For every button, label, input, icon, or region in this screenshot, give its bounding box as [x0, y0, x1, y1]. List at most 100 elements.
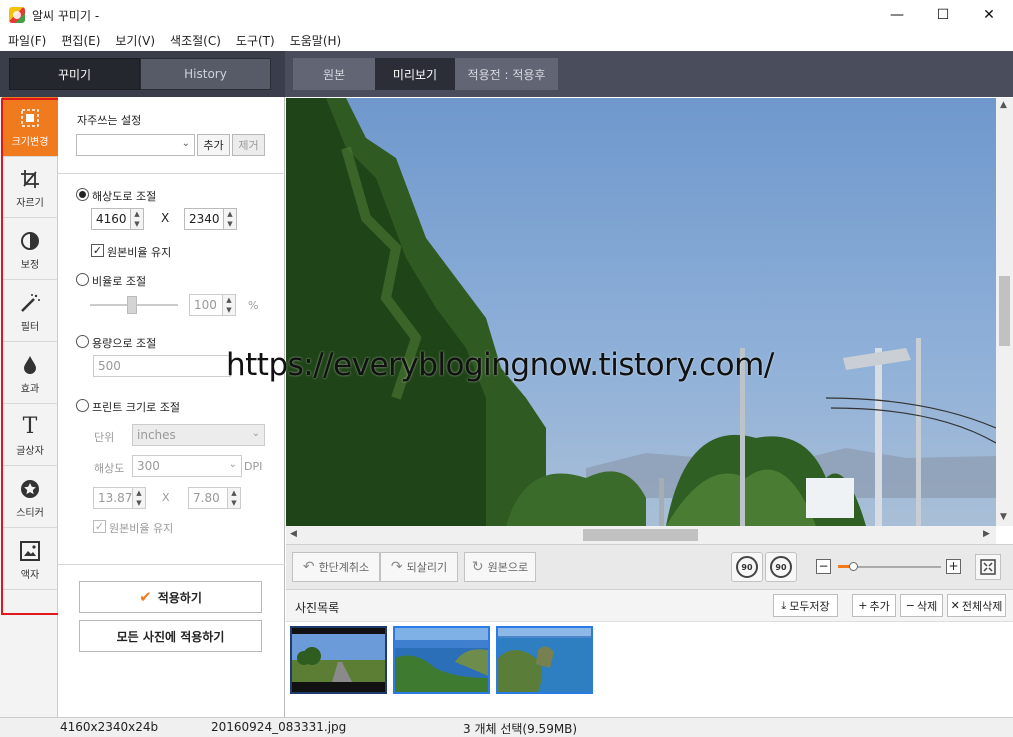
- sticker-icon: [20, 477, 40, 501]
- plus-icon: +: [858, 599, 868, 612]
- scroll-left-icon[interactable]: ◀: [290, 529, 297, 539]
- add-favorite-button[interactable]: 추가: [197, 134, 230, 156]
- tool-sticker[interactable]: 스티커: [2, 468, 58, 528]
- tab-history[interactable]: History: [140, 58, 271, 90]
- horizontal-scrollbar[interactable]: ◀ ▶: [286, 526, 996, 544]
- apply-all-button[interactable]: 모든 사진에 적용하기: [79, 620, 262, 652]
- download-icon: ⤓: [781, 598, 787, 612]
- tool-adjust[interactable]: 보정: [2, 220, 58, 280]
- ratio-slider-handle[interactable]: [127, 296, 137, 314]
- redo-button[interactable]: ↷ 되살리기: [380, 552, 458, 582]
- menu-view[interactable]: 보기(V): [107, 32, 162, 49]
- zoom-in-button[interactable]: +: [946, 559, 961, 574]
- print-keep-ratio-label: 원본비율 유지: [109, 522, 174, 535]
- print-height-input[interactable]: 7.80: [188, 487, 228, 509]
- chevron-down-icon: ⌄: [181, 138, 190, 149]
- height-input[interactable]: 2340: [184, 208, 224, 230]
- save-all-button[interactable]: ⤓ 모두저장: [773, 594, 838, 617]
- zoom-out-button[interactable]: −: [816, 559, 831, 574]
- photo-thumbnail[interactable]: [290, 626, 387, 694]
- print-keep-ratio-checkbox[interactable]: ✓: [93, 520, 106, 533]
- photo-thumbnail[interactable]: [496, 626, 593, 694]
- fit-screen-button[interactable]: [975, 554, 1001, 580]
- rotate-left-button[interactable]: 90: [731, 552, 763, 582]
- ratio-label: 비율로 조절: [92, 275, 147, 288]
- menu-tools[interactable]: 도구(T): [228, 32, 282, 49]
- tool-crop[interactable]: 자르기: [2, 158, 58, 218]
- adjust-icon: [20, 229, 40, 253]
- tool-filter[interactable]: 필터: [2, 282, 58, 342]
- checkmark-icon: ✔: [139, 588, 152, 606]
- redo-arrow-icon: ↷: [390, 559, 403, 575]
- tab-original[interactable]: 원본: [293, 58, 375, 90]
- tool-frame[interactable]: 액자: [2, 530, 58, 590]
- tool-text[interactable]: T 글상자: [2, 406, 58, 466]
- delete-all-button[interactable]: ✕ 전체삭제: [947, 594, 1006, 617]
- scroll-thumb[interactable]: [999, 276, 1010, 346]
- radio-filesize[interactable]: [76, 335, 89, 348]
- tool-label: 액자: [20, 569, 40, 581]
- menu-help[interactable]: 도움말(H): [282, 32, 349, 49]
- vertical-scrollbar[interactable]: ▲ ▼: [996, 98, 1013, 526]
- width-input[interactable]: 4160: [91, 208, 131, 230]
- photo-list-title: 사진목록: [295, 601, 340, 615]
- unit-select[interactable]: inches ⌄: [132, 424, 265, 446]
- dpi-label: 해상도: [94, 462, 125, 475]
- scroll-thumb[interactable]: [583, 529, 698, 541]
- width-stepper[interactable]: ▲ ▼: [130, 208, 144, 230]
- apply-button[interactable]: ✔ 적용하기: [79, 581, 262, 613]
- minimize-button[interactable]: —: [874, 0, 920, 30]
- menu-color[interactable]: 색조절(C): [162, 32, 228, 49]
- radio-resolution[interactable]: [76, 188, 89, 201]
- remove-favorite-button[interactable]: 제거: [232, 134, 265, 156]
- photo-thumbnail[interactable]: [393, 626, 490, 694]
- menu-edit[interactable]: 편집(E): [53, 32, 107, 49]
- drop-icon: [21, 353, 39, 377]
- status-bar: 4160x2340x24b 20160924_083331.jpg 3 개체 선…: [0, 717, 1013, 737]
- close-button[interactable]: ✕: [966, 0, 1012, 30]
- zoom-slider-track[interactable]: [838, 562, 941, 571]
- print-width-input[interactable]: 13.87: [93, 487, 133, 509]
- landscape-photo: [286, 98, 996, 526]
- scroll-right-icon[interactable]: ▶: [983, 529, 990, 539]
- scroll-down-icon[interactable]: ▼: [1000, 512, 1007, 522]
- add-photo-button[interactable]: + 추가: [852, 594, 896, 617]
- preview-image[interactable]: [286, 98, 996, 526]
- height-stepper[interactable]: ▲ ▼: [223, 208, 237, 230]
- by-x-label: X: [161, 211, 170, 225]
- resolution-label: 해상도로 조절: [92, 190, 157, 203]
- window-title: 알씨 꾸미기 -: [32, 8, 100, 23]
- tool-label: 자르기: [16, 197, 44, 209]
- filesize-label: 용량으로 조절: [92, 337, 157, 350]
- ratio-input[interactable]: 100: [189, 294, 223, 316]
- menu-file[interactable]: 파일(F): [0, 32, 53, 49]
- radio-ratio[interactable]: [76, 273, 89, 286]
- tool-label: 스티커: [16, 507, 44, 519]
- rotate-right-button[interactable]: 90: [765, 552, 797, 582]
- maximize-button[interactable]: ☐: [920, 0, 966, 30]
- radio-print[interactable]: [76, 399, 89, 412]
- thumbnail-image: [498, 628, 591, 692]
- dpi-select[interactable]: 300 ⌄: [132, 455, 242, 477]
- ratio-unit: %: [248, 299, 259, 312]
- tab-decorate[interactable]: 꾸미기: [9, 58, 140, 90]
- tool-label: 글상자: [16, 445, 44, 457]
- delete-photo-button[interactable]: − 삭제: [900, 594, 943, 617]
- ratio-stepper[interactable]: ▲ ▼: [222, 294, 236, 316]
- favorites-select[interactable]: ⌄: [76, 134, 195, 156]
- scroll-up-icon[interactable]: ▲: [1000, 100, 1007, 110]
- app-logo-icon: [9, 7, 25, 23]
- menu-bar: 파일(F) 편집(E) 보기(V) 색조절(C) 도구(T) 도움말(H): [0, 30, 1013, 51]
- filesize-input[interactable]: 500: [93, 355, 231, 377]
- undo-button[interactable]: ↶ 한단계취소: [292, 552, 380, 582]
- print-x-label: X: [162, 491, 170, 504]
- tab-preview[interactable]: 미리보기: [375, 58, 455, 90]
- tool-resize[interactable]: 크기변경: [2, 97, 58, 157]
- print-height-stepper[interactable]: ▲ ▼: [227, 487, 241, 509]
- zoom-slider-handle[interactable]: [849, 562, 859, 571]
- tab-compare[interactable]: 적용전 : 적용후: [455, 58, 558, 90]
- print-width-stepper[interactable]: ▲ ▼: [132, 487, 146, 509]
- keep-ratio-checkbox[interactable]: ✓: [91, 244, 104, 257]
- tool-effect[interactable]: 효과: [2, 344, 58, 404]
- revert-button[interactable]: ↻ 원본으로: [464, 552, 536, 582]
